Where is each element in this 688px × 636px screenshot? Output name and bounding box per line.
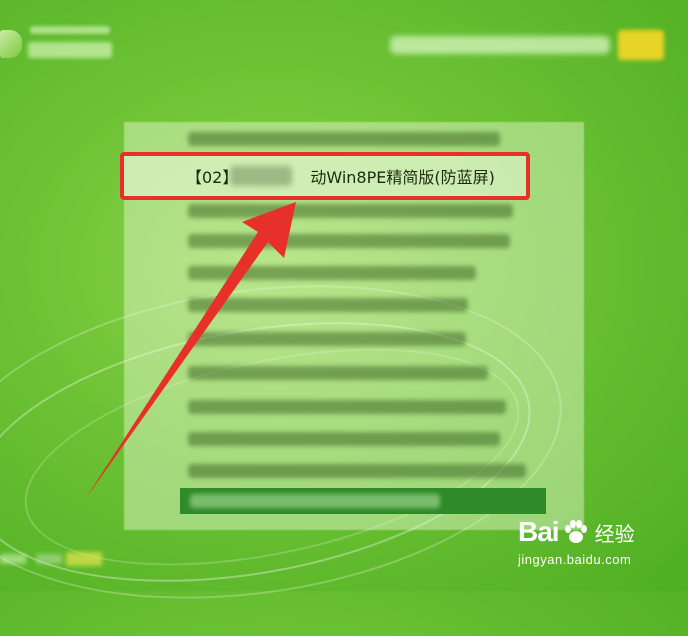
paw-icon (564, 520, 587, 543)
baidu-jingyan-watermark: Bai 经验 jingyan.baidu.com (518, 516, 668, 586)
arrow-icon (86, 202, 296, 498)
watermark-brand-latin: Bai (518, 516, 560, 547)
watermark-url: jingyan.baidu.com (518, 552, 632, 567)
watermark-brand-cn: 经验 (594, 521, 635, 546)
